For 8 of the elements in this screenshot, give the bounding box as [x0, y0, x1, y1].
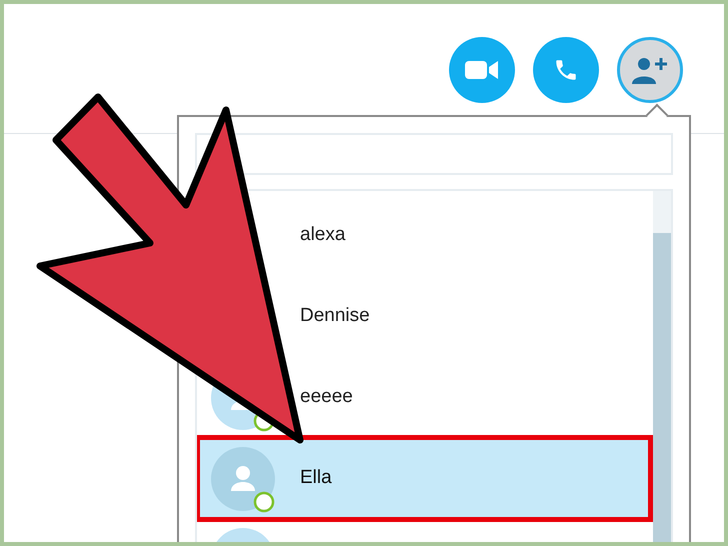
contact-name[interactable]: Ella: [300, 464, 332, 493]
contact-name[interactable]: Dennise: [300, 302, 370, 331]
video-camera-icon: [465, 59, 499, 81]
contact-name[interactable]: eeeee: [300, 383, 353, 412]
contact-name[interactable]: alexa: [300, 221, 346, 250]
search-field[interactable]: [195, 133, 673, 175]
add-person-icon: [632, 56, 668, 84]
contact-row[interactable]: Ella: [197, 438, 653, 519]
